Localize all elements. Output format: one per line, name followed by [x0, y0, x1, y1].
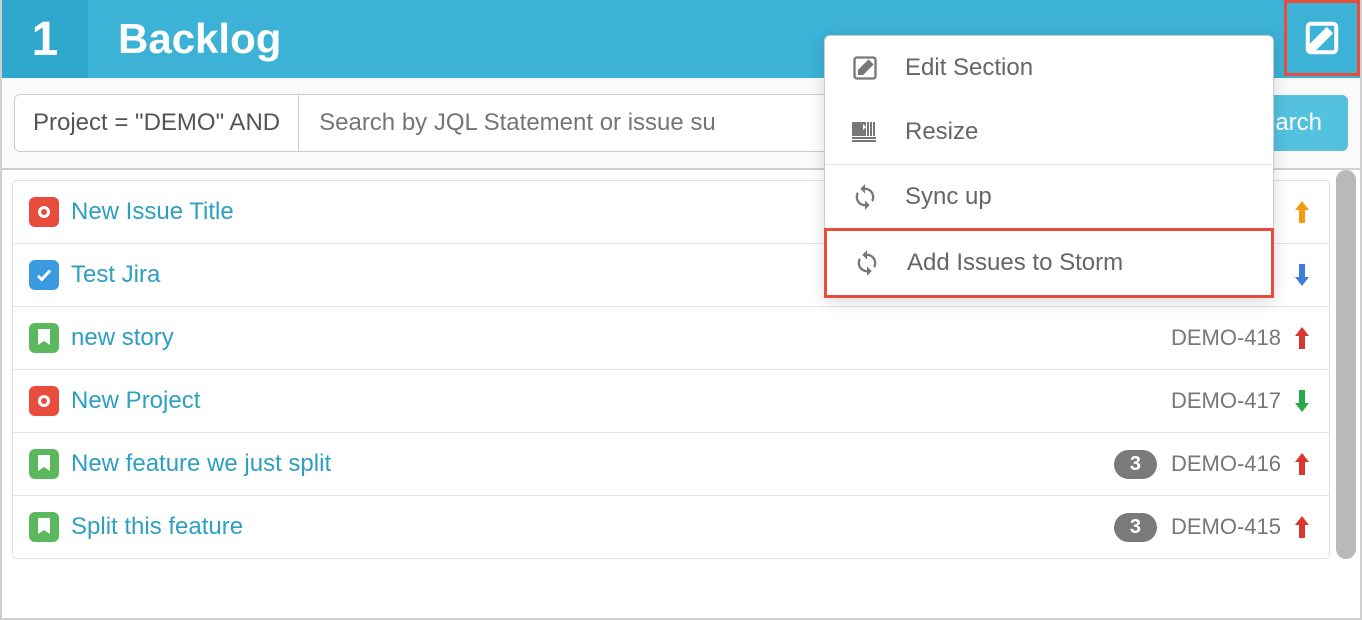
- issue-title-link[interactable]: New Project: [71, 387, 1171, 415]
- issue-row[interactable]: New ProjectDEMO-417: [13, 370, 1329, 433]
- sync-icon: [851, 183, 895, 211]
- menu-item-label: Sync up: [905, 183, 992, 211]
- edit-section-button[interactable]: [1284, 0, 1360, 76]
- issue-row[interactable]: New feature we just split3 DEMO-416: [13, 433, 1329, 496]
- issue-title-link[interactable]: new story: [71, 324, 1171, 352]
- issue-row[interactable]: new storyDEMO-418: [13, 307, 1329, 370]
- priority-arrow-icon: [1291, 514, 1313, 540]
- edit-icon: [851, 54, 895, 82]
- priority-arrow-icon: [1291, 325, 1313, 351]
- issue-type-icon: [29, 449, 59, 479]
- issue-count-badge: 3: [1114, 450, 1157, 479]
- issue-key: DEMO-415: [1171, 514, 1281, 540]
- issue-title-link[interactable]: New feature we just split: [71, 450, 1114, 478]
- priority-arrow-icon: [1291, 388, 1313, 414]
- menu-item-edit-section[interactable]: Edit Section: [825, 36, 1273, 100]
- section-number-box: 1: [2, 0, 88, 78]
- menu-item-resize[interactable]: Resize: [825, 100, 1273, 165]
- section-number: 1: [32, 12, 59, 67]
- menu-item-add-issues-to-storm[interactable]: Add Issues to Storm: [824, 228, 1274, 298]
- issue-type-icon: [29, 197, 59, 227]
- issue-type-icon: [29, 260, 59, 290]
- issue-key: DEMO-418: [1171, 325, 1281, 351]
- jql-prefix: Project = "DEMO" AND: [14, 94, 299, 152]
- section-title: Backlog: [118, 15, 281, 63]
- menu-item-label: Resize: [905, 118, 978, 146]
- issue-title-link[interactable]: Split this feature: [71, 513, 1114, 541]
- priority-arrow-icon: [1291, 262, 1313, 288]
- issue-row[interactable]: Split this feature3 DEMO-415: [13, 496, 1329, 558]
- issue-count-badge: 3: [1114, 513, 1157, 542]
- priority-arrow-icon: [1291, 199, 1313, 225]
- app-container: 1 Backlog Project = "DEMO" AND arch New …: [0, 0, 1362, 620]
- issue-key: DEMO-416: [1171, 451, 1281, 477]
- menu-item-label: Edit Section: [905, 54, 1033, 82]
- issue-type-icon: [29, 386, 59, 416]
- issue-key: DEMO-417: [1171, 388, 1281, 414]
- menu-item-sync-up[interactable]: Sync up: [825, 165, 1273, 229]
- sync-icon: [853, 249, 897, 277]
- scrollbar[interactable]: [1336, 170, 1356, 559]
- issue-type-icon: [29, 512, 59, 542]
- issue-type-icon: [29, 323, 59, 353]
- edit-icon: [1303, 19, 1341, 57]
- menu-item-label: Add Issues to Storm: [907, 249, 1123, 277]
- scrollbar-thumb[interactable]: [1336, 170, 1356, 559]
- resize-icon: [851, 121, 895, 143]
- priority-arrow-icon: [1291, 451, 1313, 477]
- context-menu: Edit Section Resize Sync up Add Issues to S…: [824, 35, 1274, 298]
